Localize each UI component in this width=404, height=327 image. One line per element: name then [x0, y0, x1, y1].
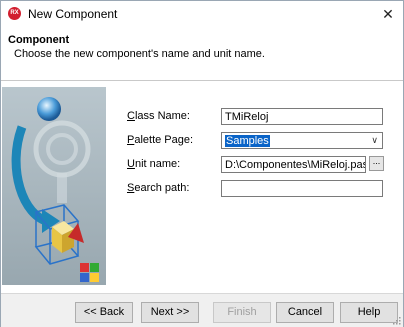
search-path-input[interactable] [221, 180, 383, 197]
resize-grip-icon[interactable] [391, 315, 401, 325]
palette-page-label: Palette Page: [127, 134, 194, 146]
button-bar: << Back Next >> Finish Cancel Help [1, 293, 403, 327]
wizard-content: Class Name: TMiReloj Palette Page: Sampl… [1, 81, 403, 293]
unit-name-input[interactable]: D:\Componentes\MiReloj.pas [221, 156, 366, 173]
close-button[interactable]: ✕ [373, 1, 403, 27]
wizard-subtitle: Choose the new component's name and unit… [14, 48, 265, 60]
help-button[interactable]: Help [340, 302, 398, 323]
browse-button[interactable]: ... [369, 156, 384, 171]
palette-page-value: Samples [225, 135, 270, 147]
cancel-button[interactable]: Cancel [276, 302, 334, 323]
class-name-input[interactable]: TMiReloj [221, 108, 383, 125]
title-bar: RX New Component ✕ [1, 1, 403, 27]
palette-page-select[interactable]: Samples ∨ [221, 132, 383, 149]
next-button[interactable]: Next >> [141, 302, 199, 323]
finish-button[interactable]: Finish [213, 302, 271, 323]
wizard-header: Component Choose the new component's nam… [1, 27, 403, 81]
class-name-label: Class Name: [127, 110, 190, 122]
new-component-dialog: RX New Component ✕ Component Choose the … [0, 0, 404, 327]
wizard-illustration [2, 87, 106, 285]
search-path-label: Search path: [127, 182, 190, 194]
back-button[interactable]: << Back [75, 302, 133, 323]
wizard-title: Component [8, 34, 70, 46]
window-title: New Component [28, 7, 118, 21]
rad-studio-icon: RX [8, 7, 21, 20]
unit-name-label: Unit name: [127, 158, 181, 170]
chevron-down-icon: ∨ [371, 135, 378, 145]
